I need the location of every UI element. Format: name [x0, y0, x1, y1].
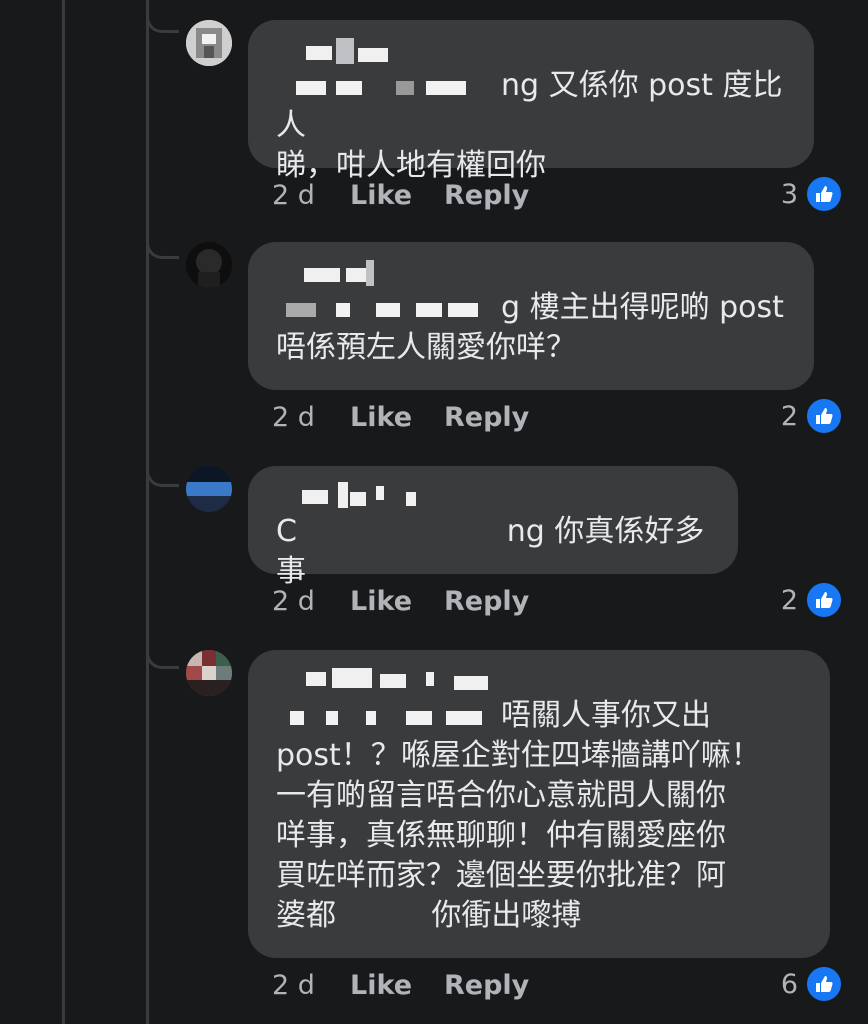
avatar[interactable] [186, 242, 232, 288]
comment: 唔關人事你又出 post！？喺屋企對住四埲牆講吖嘛！ 一有啲留言唔合你心意就問人關你… [0, 630, 868, 1024]
comment: g 樓主出得呢啲 post 唔係預左人關愛你咩？ 2 d Like Reply 2 [0, 220, 868, 450]
comment-text: g 樓主出得呢啲 post 唔係預左人關愛你咩？ [276, 290, 784, 365]
redacted-mention[interactable] [276, 295, 501, 323]
author-name[interactable] [276, 480, 714, 510]
thumbs-up-icon [804, 174, 844, 214]
comment-actions: 2 d Like Reply [272, 402, 832, 438]
like-button[interactable]: Like [350, 586, 412, 617]
comment: ng 又係你 post 度比人 睇，咁人地有權回你 2 d Like Reply … [0, 0, 868, 230]
avatar[interactable] [186, 650, 232, 696]
comment-text: 唔關人事你又出 post！？喺屋企對住四埲牆講吖嘛！ 一有啲留言唔合你心意就問人關你… [276, 698, 761, 933]
reaction-summary[interactable]: 3 [781, 174, 844, 214]
timestamp[interactable]: 2 d [272, 586, 315, 617]
reply-connector [146, 4, 179, 33]
comment-actions: 2 d Like Reply [272, 586, 832, 622]
reply-button[interactable]: Reply [444, 402, 529, 433]
reply-connector [146, 640, 179, 669]
reply-button[interactable]: Reply [444, 180, 529, 211]
author-name[interactable] [276, 34, 790, 64]
author-name[interactable] [276, 664, 806, 694]
reaction-count: 6 [780, 968, 798, 1000]
reaction-summary[interactable]: 6 [781, 964, 844, 1004]
thumbs-up-icon [804, 396, 844, 436]
comment-bubble[interactable]: g 樓主出得呢啲 post 唔係預左人關愛你咩？ [248, 242, 814, 390]
reaction-summary[interactable]: 2 [781, 396, 844, 436]
avatar[interactable] [186, 20, 232, 66]
author-name[interactable] [276, 256, 790, 286]
redacted-mention[interactable] [276, 703, 501, 731]
comment-text: C ng 你真係好多事 [276, 514, 705, 589]
comment-actions: 2 d Like Reply [272, 970, 832, 1006]
comment-text: ng 又係你 post 度比人 睇，咁人地有權回你 [276, 68, 783, 183]
reply-connector [146, 230, 179, 259]
reaction-count: 2 [780, 584, 798, 616]
reaction-count: 3 [780, 178, 798, 210]
avatar-image [186, 242, 232, 288]
redacted-mention[interactable] [276, 73, 501, 101]
comment-bubble[interactable]: ng 又係你 post 度比人 睇，咁人地有權回你 [248, 20, 814, 183]
reply-button[interactable]: Reply [444, 586, 529, 617]
like-button[interactable]: Like [350, 970, 412, 1001]
timestamp[interactable]: 2 d [272, 180, 315, 211]
timestamp[interactable]: 2 d [272, 970, 315, 1001]
timestamp[interactable]: 2 d [272, 402, 315, 433]
avatar-image [186, 650, 232, 696]
reaction-summary[interactable]: 2 [781, 580, 844, 620]
reply-button[interactable]: Reply [444, 970, 529, 1001]
like-button[interactable]: Like [350, 180, 412, 211]
comment: C ng 你真係好多事 2 d Like Reply 2 [0, 446, 868, 636]
reaction-count: 2 [780, 400, 798, 432]
avatar[interactable] [186, 466, 232, 512]
comment-bubble[interactable]: 唔關人事你又出 post！？喺屋企對住四埲牆講吖嘛！ 一有啲留言唔合你心意就問人關你… [248, 650, 830, 958]
comment-bubble[interactable]: C ng 你真係好多事 [248, 466, 738, 589]
comment-actions: 2 d Like Reply [272, 180, 832, 216]
thumbs-up-icon [804, 580, 844, 620]
thumbs-up-icon [804, 964, 844, 1004]
like-button[interactable]: Like [350, 402, 412, 433]
reply-connector [146, 458, 179, 487]
avatar-image [186, 466, 232, 512]
avatar-image [186, 20, 232, 66]
